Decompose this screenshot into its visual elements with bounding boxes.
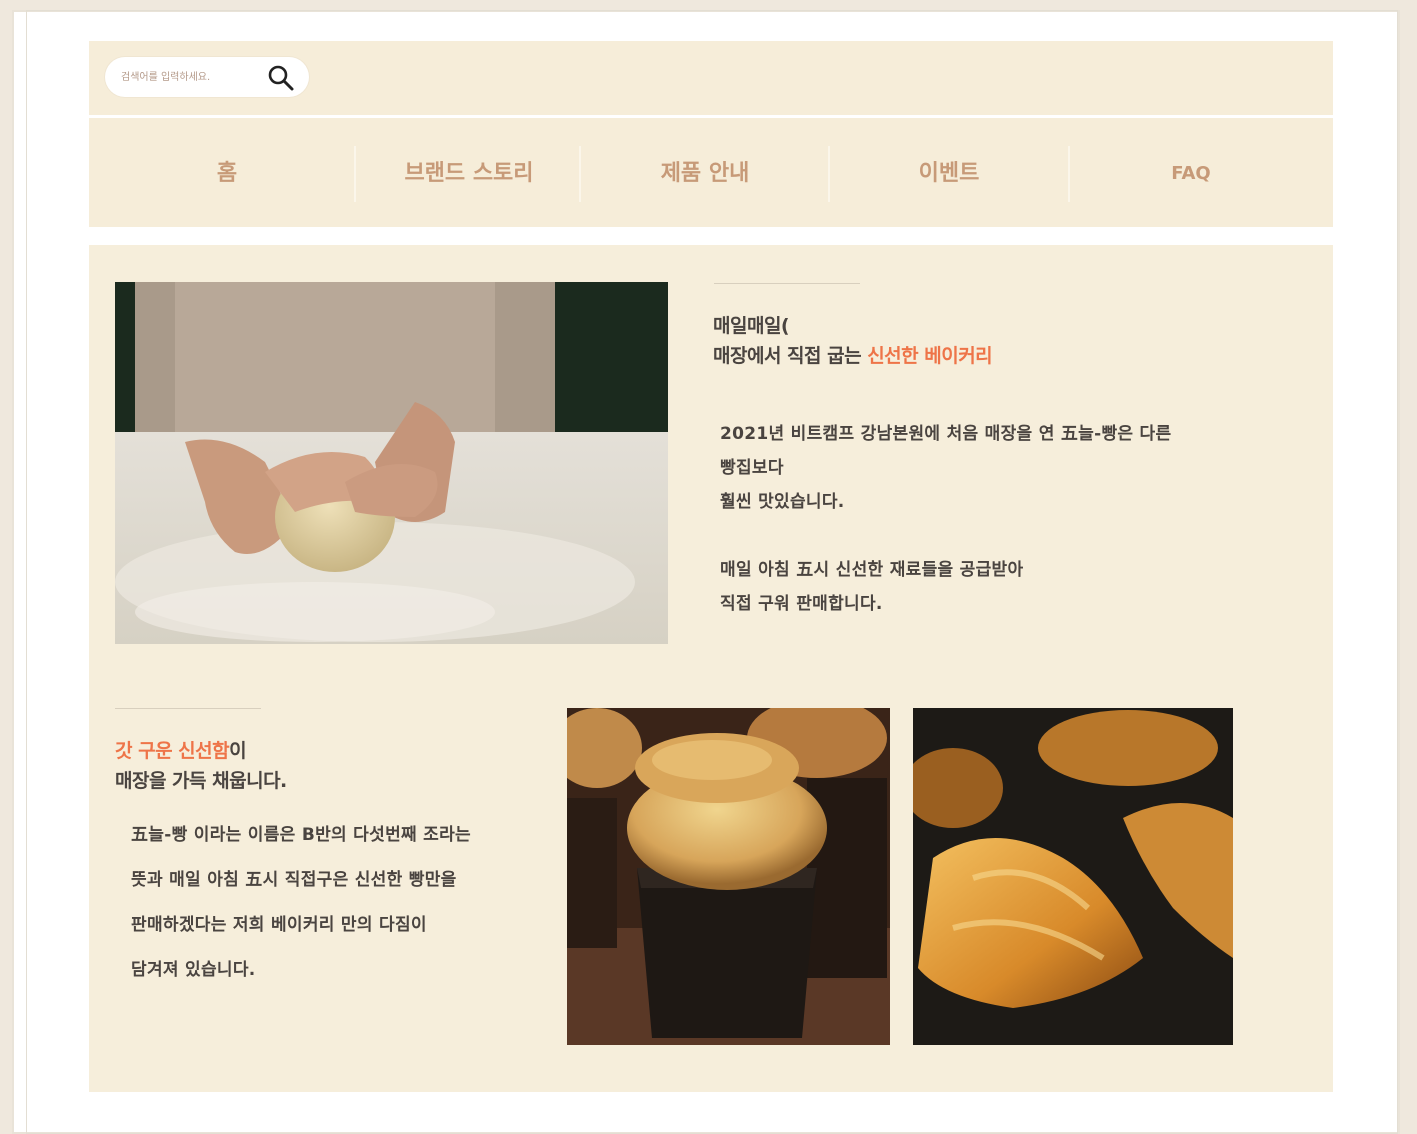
section2-divider bbox=[115, 708, 261, 709]
search-icon[interactable] bbox=[267, 64, 295, 92]
paragraph-line: 2021년 비트캠프 강남본원에 처음 매장을 연 五늘-빵은 다른 bbox=[720, 424, 1172, 444]
paragraph-line: 五늘-빵 이라는 이름은 B반의 다섯번째 조라는 bbox=[131, 825, 471, 845]
dough-kneading-photo bbox=[115, 282, 668, 644]
nav-separator bbox=[828, 146, 830, 202]
popover-bread-photo bbox=[567, 708, 890, 1045]
section1-headline-plain: 매장에서 직접 굽는 bbox=[713, 345, 868, 367]
section1-headline: 매일매일( 매장에서 직접 굽는 신선한 베이커리 bbox=[713, 311, 993, 371]
site-header: 홈 브랜드 스토리 제품 안내 이벤트 FAQ bbox=[89, 41, 1333, 227]
croissant-photo bbox=[913, 708, 1233, 1045]
paragraph-line: 판매하겠다는 저희 베이커리 만의 다짐이 bbox=[131, 915, 427, 935]
section1-headline-accent: 신선한 베이커리 bbox=[867, 345, 993, 367]
nav-item-products[interactable]: 제품 안내 bbox=[605, 154, 805, 194]
nav-item-faq[interactable]: FAQ bbox=[1091, 154, 1291, 194]
paragraph-line: 직접 구워 판매합니다. bbox=[720, 594, 883, 614]
section2-headline-accent: 갓 구운 신선함 bbox=[115, 740, 230, 762]
section1-paragraph: 2021년 비트캠프 강남본원에 처음 매장을 연 五늘-빵은 다른 빵집보다 … bbox=[720, 417, 1171, 621]
section1-headline-line1: 매일매일( bbox=[713, 315, 790, 337]
nav-separator bbox=[1068, 146, 1070, 202]
section2-headline-line1: 갓 구운 신선함이 bbox=[115, 736, 287, 766]
nav-item-brand-story[interactable]: 브랜드 스토리 bbox=[369, 154, 569, 194]
section2-headline-line2: 매장을 가득 채웁니다. bbox=[115, 770, 287, 792]
section2-paragraph: 五늘-빵 이라는 이름은 B반의 다섯번째 조라는 뜻과 매일 아침 五시 직접… bbox=[131, 813, 471, 993]
nav-item-home[interactable]: 홈 bbox=[127, 154, 327, 194]
paragraph-line: 매일 아침 五시 신선한 재료들을 공급받아 bbox=[720, 560, 1024, 580]
header-divider bbox=[89, 115, 1333, 118]
paragraph-line: 빵집보다 bbox=[720, 458, 784, 478]
nav-separator bbox=[579, 146, 581, 202]
main-nav: 홈 브랜드 스토리 제품 안내 이벤트 FAQ bbox=[89, 146, 1333, 202]
paragraph-line: 뜻과 매일 아침 五시 직접구은 신선한 빵만을 bbox=[131, 870, 457, 890]
section2-headline: 갓 구운 신선함이 매장을 가득 채웁니다. bbox=[115, 736, 287, 796]
paragraph-line: 담겨져 있습니다. bbox=[131, 960, 256, 980]
section1-divider bbox=[714, 283, 860, 284]
search-box bbox=[105, 57, 309, 97]
section2-headline-plain: 이 bbox=[229, 740, 247, 762]
search-input[interactable] bbox=[119, 70, 263, 84]
paragraph-line: 훨씬 맛있습니다. bbox=[720, 492, 845, 512]
nav-separator bbox=[354, 146, 356, 202]
main-content: 매일매일( 매장에서 직접 굽는 신선한 베이커리 2021년 비트캠프 강남본… bbox=[89, 245, 1333, 1092]
nav-item-events[interactable]: 이벤트 bbox=[849, 154, 1049, 194]
section1-headline-line2: 매장에서 직접 굽는 신선한 베이커리 bbox=[713, 341, 993, 371]
